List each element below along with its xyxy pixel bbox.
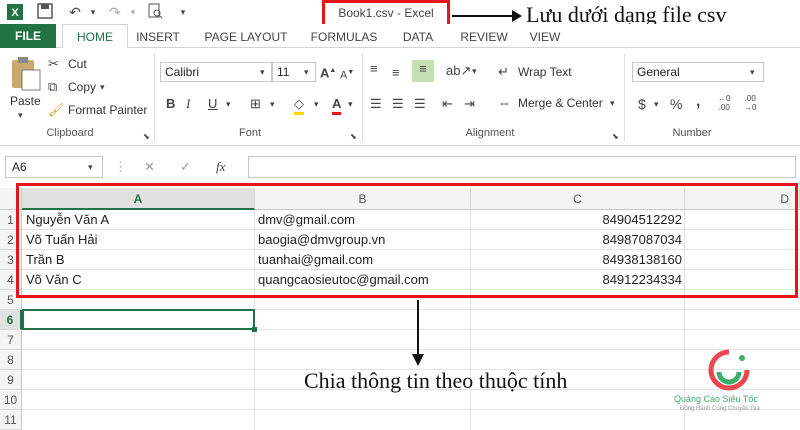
- copy-dropdown-icon[interactable]: ▾: [100, 78, 105, 96]
- undo-icon[interactable]: ↶: [66, 3, 84, 21]
- align-center-icon[interactable]: ☰: [392, 95, 404, 113]
- row-header[interactable]: 9: [0, 370, 22, 390]
- tab-file[interactable]: FILE: [0, 24, 56, 48]
- italic-icon[interactable]: I: [186, 95, 190, 113]
- cut-icon[interactable]: ✂: [48, 55, 59, 73]
- align-top-icon[interactable]: ≡: [370, 60, 378, 78]
- tab-data[interactable]: DATA: [394, 26, 442, 48]
- font-size-dropdown-icon[interactable]: ▾: [304, 63, 309, 81]
- align-middle-icon[interactable]: ≡: [392, 64, 400, 82]
- group-separator: [154, 54, 155, 142]
- decrease-indent-icon[interactable]: ⇤: [442, 95, 453, 113]
- redo-dropdown-icon[interactable]: ▾: [124, 3, 142, 21]
- wrap-text-button[interactable]: Wrap Text: [518, 63, 572, 81]
- alignment-launcher-icon[interactable]: ⬊: [612, 128, 619, 146]
- orientation-icon[interactable]: ab↗: [446, 62, 471, 80]
- align-bottom-icon[interactable]: ≡: [412, 60, 434, 82]
- comma-button[interactable]: ,: [696, 93, 700, 111]
- enter-icon[interactable]: ✓: [180, 158, 191, 176]
- orientation-dropdown-icon[interactable]: ▾: [472, 62, 477, 80]
- format-painter-button[interactable]: Format Painter: [68, 101, 147, 119]
- tab-formulas[interactable]: FORMULAS: [306, 26, 382, 48]
- decrease-decimal-icon[interactable]: .00 →0: [744, 94, 756, 112]
- increase-indent-icon[interactable]: ⇥: [464, 95, 475, 113]
- tab-home[interactable]: HOME: [62, 24, 128, 49]
- alignment-group-label: Alignment: [465, 127, 515, 139]
- customize-toolbar-icon[interactable]: ▾: [174, 3, 192, 21]
- number-format-dropdown-icon[interactable]: ▾: [750, 63, 755, 81]
- increase-decimal-icon[interactable]: ←0.00: [718, 94, 730, 112]
- format-painter-icon[interactable]: 🖌: [48, 101, 65, 119]
- row-header[interactable]: 8: [0, 350, 22, 370]
- number-group-label: Number: [672, 127, 712, 139]
- font-launcher-icon[interactable]: ⬊: [350, 128, 357, 146]
- tab-view[interactable]: VIEW: [524, 26, 566, 48]
- selected-cell-a6[interactable]: [22, 309, 255, 330]
- tab-review[interactable]: REVIEW: [456, 26, 512, 48]
- copy-icon[interactable]: ⧉: [48, 78, 57, 96]
- align-right-icon[interactable]: ☰: [414, 95, 426, 113]
- currency-button[interactable]: $: [638, 95, 646, 113]
- highlight-box: [16, 183, 798, 298]
- borders-dropdown-icon[interactable]: ▾: [270, 95, 275, 113]
- watermark-tagline: Đồng Hành Cùng Chuyên Gia: [680, 406, 760, 412]
- watermark-name: Quảng Cáo Siêu Tốc: [674, 394, 758, 404]
- increase-font-icon[interactable]: A▲: [320, 62, 336, 82]
- paste-icon[interactable]: [8, 56, 42, 92]
- font-size-select[interactable]: 11: [272, 62, 316, 82]
- redo-icon[interactable]: ↷: [106, 3, 124, 21]
- undo-dropdown-icon[interactable]: ▾: [84, 3, 102, 21]
- bold-icon[interactable]: B: [166, 95, 175, 113]
- fill-color-icon[interactable]: ◇: [294, 95, 304, 115]
- insert-function-icon[interactable]: fx: [216, 158, 225, 176]
- number-format-select[interactable]: General: [632, 62, 764, 82]
- group-separator: [624, 54, 625, 142]
- paste-dropdown-icon[interactable]: ▾: [18, 106, 23, 124]
- percent-button[interactable]: %: [670, 95, 682, 113]
- row-header[interactable]: 11: [0, 410, 22, 430]
- borders-icon[interactable]: ⊞: [250, 95, 261, 113]
- fill-handle[interactable]: [252, 327, 257, 332]
- cancel-icon[interactable]: ✕: [144, 158, 155, 176]
- formula-input[interactable]: [248, 156, 796, 178]
- paste-button[interactable]: Paste: [10, 92, 41, 110]
- row-header[interactable]: 10: [0, 390, 22, 410]
- arrow-down-icon: [412, 300, 424, 366]
- clipboard-launcher-icon[interactable]: ⬊: [143, 128, 150, 146]
- wrap-text-icon[interactable]: ↵: [498, 63, 509, 81]
- fill-color-dropdown-icon[interactable]: ▾: [314, 95, 319, 113]
- align-left-icon[interactable]: ☰: [370, 95, 382, 113]
- row-header[interactable]: 6: [0, 310, 22, 330]
- tab-page-layout[interactable]: PAGE LAYOUT: [198, 26, 294, 48]
- font-family-select[interactable]: Calibri: [160, 62, 272, 82]
- decrease-font-icon[interactable]: A▼: [340, 64, 354, 85]
- save-icon[interactable]: [36, 3, 54, 21]
- print-preview-icon[interactable]: [146, 3, 164, 21]
- underline-icon[interactable]: U: [208, 95, 217, 113]
- underline-dropdown-icon[interactable]: ▾: [226, 95, 231, 113]
- font-family-dropdown-icon[interactable]: ▾: [260, 63, 265, 81]
- clipboard-group-label: Clipboard: [46, 127, 94, 139]
- copy-button[interactable]: Copy: [68, 78, 96, 96]
- font-group-label: Font: [238, 127, 261, 139]
- annotation-bottom: Chia thông tin theo thuộc tính: [304, 368, 568, 393]
- font-color-icon[interactable]: A: [332, 95, 342, 115]
- font-color-dropdown-icon[interactable]: ▾: [348, 95, 353, 113]
- name-box-dropdown-icon[interactable]: ▾: [88, 158, 93, 176]
- window-title: Book1.csv - Excel: [322, 0, 450, 27]
- arrow-right-icon: [452, 10, 522, 22]
- merge-dropdown-icon[interactable]: ▾: [610, 94, 615, 112]
- merge-center-button[interactable]: Merge & Center: [518, 94, 603, 112]
- more-icon: ⋮: [114, 159, 127, 174]
- tab-insert[interactable]: INSERT: [132, 26, 184, 48]
- watermark-logo-icon: [708, 349, 750, 391]
- merge-center-icon[interactable]: ⇔: [498, 94, 511, 112]
- group-separator: [362, 54, 363, 142]
- svg-text:X: X: [11, 7, 19, 19]
- row-header[interactable]: 7: [0, 330, 22, 350]
- cut-button[interactable]: Cut: [68, 55, 87, 73]
- currency-dropdown-icon[interactable]: ▾: [654, 95, 659, 113]
- excel-logo-icon: X: [6, 3, 24, 21]
